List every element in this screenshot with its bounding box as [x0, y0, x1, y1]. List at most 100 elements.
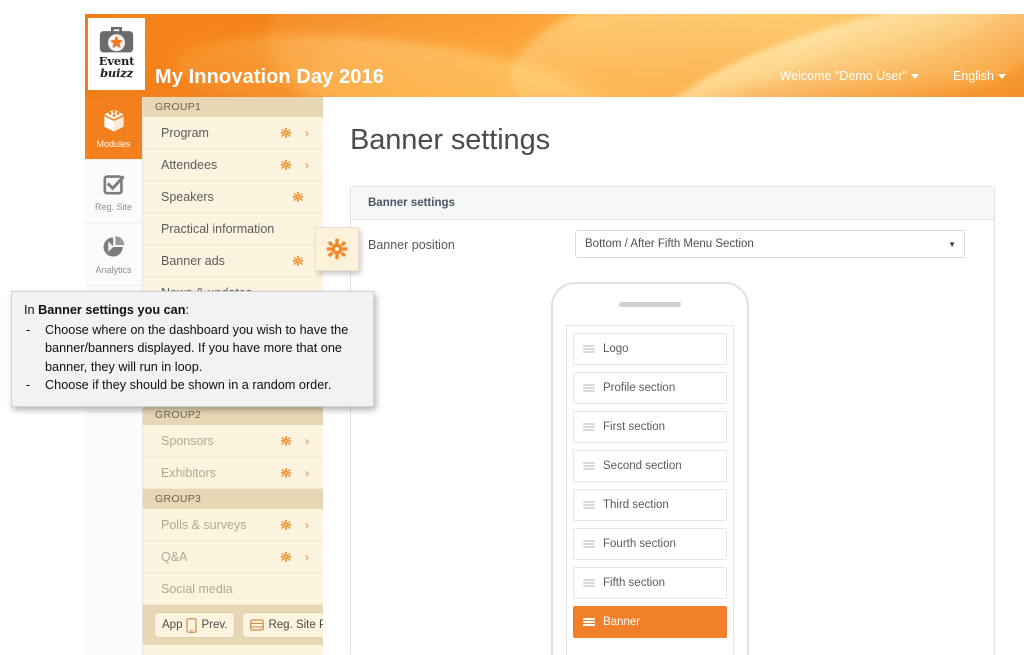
gear-icon[interactable]: [279, 126, 293, 140]
gear-icon[interactable]: [291, 254, 305, 268]
gear-icon[interactable]: [279, 518, 293, 532]
menu-item-label: Practical information: [161, 221, 275, 236]
chevron-right-icon[interactable]: ›: [305, 127, 309, 139]
preview-section-third-section[interactable]: Third section: [573, 489, 727, 521]
gear-icon[interactable]: [279, 466, 293, 480]
menu-item-exhibitors[interactable]: Exhibitors ›: [143, 457, 323, 489]
header-right-controls: Welcome "Demo User" English: [780, 69, 1006, 83]
chevron-right-icon[interactable]: ›: [305, 551, 309, 563]
menu-item-practical-information[interactable]: Practical information: [143, 213, 323, 245]
header-swoosh-decoration: [637, 14, 1024, 97]
app-preview-phone: Logo Profile section First section Second s…: [551, 282, 749, 655]
menu-item-social-media[interactable]: Social media: [143, 573, 323, 605]
menu-item-label: Program: [161, 125, 209, 140]
rail-item-reg-site[interactable]: Reg. Site: [85, 160, 142, 223]
banner-position-select[interactable]: Bottom / After Fifth Menu Section ▼: [575, 230, 965, 258]
menu-item-polls-surveys[interactable]: Polls & surveys ›: [143, 509, 323, 541]
user-menu[interactable]: Welcome "Demo User": [780, 69, 919, 83]
gear-icon[interactable]: [291, 190, 305, 204]
callout-heading: In Banner settings you can:: [24, 301, 361, 320]
chevron-down-icon: ▼: [948, 239, 956, 249]
banner-position-value: Bottom / After Fifth Menu Section: [585, 238, 754, 250]
menu-item-label: Q&A: [161, 549, 188, 564]
drag-handle-icon[interactable]: [583, 462, 595, 470]
callout-heading-prefix: In: [24, 303, 39, 317]
preview-section-label: Fourth section: [603, 538, 676, 550]
drag-handle-icon[interactable]: [583, 423, 595, 431]
preview-section-banner[interactable]: Banner: [573, 606, 727, 638]
rail-label-analytics: Analytics: [95, 265, 132, 275]
logo-wordmark: Event buizz: [99, 55, 135, 80]
drag-handle-icon[interactable]: [583, 501, 595, 509]
menu-item-speakers[interactable]: Speakers: [143, 181, 323, 213]
logo-word-bottom: buizz: [100, 65, 133, 80]
preview-section-first-section[interactable]: First section: [573, 411, 727, 443]
chevron-down-icon: [998, 74, 1006, 80]
briefcase-star-icon: [99, 26, 134, 53]
app-preview-post-label: Prev.: [201, 619, 228, 631]
banner-position-label: Banner position: [368, 238, 455, 252]
menu-item-label: Speakers: [161, 189, 214, 204]
language-menu-label: English: [953, 69, 994, 83]
preview-section-label: Logo: [603, 343, 629, 355]
chevron-down-icon: [911, 74, 919, 80]
rail-label-modules: Modules: [96, 139, 131, 149]
rail-label-reg-site: Reg. Site: [94, 202, 133, 212]
menu-item-attendees[interactable]: Attendees ›: [143, 149, 323, 181]
app-header: Event buizz My Innovation Day 2016 Welco…: [85, 14, 1024, 97]
menu-group-header: GROUP1: [143, 97, 323, 117]
gear-icon[interactable]: [279, 158, 293, 172]
chevron-right-icon[interactable]: ›: [305, 435, 309, 447]
rail-item-modules[interactable]: Modules: [85, 97, 142, 160]
analytics-icon: [103, 236, 124, 257]
menu-item-q-a[interactable]: Q&A ›: [143, 541, 323, 573]
menu-item-label: Polls & surveys: [161, 517, 247, 532]
preview-section-logo[interactable]: Logo: [573, 333, 727, 365]
instruction-callout: In Banner settings you can: Choose where…: [11, 291, 374, 407]
menu-item-label: Banner ads: [161, 253, 225, 268]
gear-icon: [326, 238, 348, 260]
app-preview-button[interactable]: App Prev.: [154, 612, 236, 638]
menu-item-program[interactable]: Program ›: [143, 117, 323, 149]
phone-speaker-icon: [619, 302, 681, 307]
drag-handle-icon[interactable]: [583, 579, 595, 587]
preview-section-second-section[interactable]: Second section: [573, 450, 727, 482]
reg-site-preview-button[interactable]: Reg. Site Prev.: [242, 612, 323, 638]
drag-handle-icon[interactable]: [583, 540, 595, 548]
chevron-right-icon[interactable]: ›: [305, 467, 309, 479]
modules-icon: [103, 109, 124, 132]
chevron-right-icon[interactable]: ›: [305, 519, 309, 531]
menu-item-banner-ads[interactable]: Banner ads: [143, 245, 323, 277]
menu-item-sponsors[interactable]: Sponsors ›: [143, 425, 323, 457]
menu-group-header: GROUP3: [143, 489, 323, 509]
language-menu[interactable]: English: [953, 69, 1006, 83]
menu-item-label: Sponsors: [161, 433, 214, 448]
preview-section-label: Third section: [603, 499, 669, 511]
gear-icon[interactable]: [279, 550, 293, 564]
event-title: My Innovation Day 2016: [155, 66, 384, 88]
drag-handle-icon[interactable]: [583, 618, 595, 626]
gear-icon[interactable]: [279, 434, 293, 448]
rail-item-analytics[interactable]: Analytics: [85, 223, 142, 286]
eventbuizz-logo[interactable]: Event buizz: [88, 18, 145, 90]
drag-handle-icon[interactable]: [583, 345, 595, 353]
phone-screen: Logo Profile section First section Second s…: [566, 325, 734, 655]
banner-ads-gear-highlight[interactable]: [315, 227, 359, 271]
preview-section-profile-section[interactable]: Profile section: [573, 372, 727, 404]
preview-section-label: Banner: [603, 616, 641, 628]
phone-icon: [186, 617, 198, 633]
menu-item-label: Attendees: [161, 157, 218, 172]
card-header: Banner settings: [351, 187, 994, 220]
preview-section-fourth-section[interactable]: Fourth section: [573, 528, 727, 560]
chevron-right-icon[interactable]: ›: [305, 159, 309, 171]
drag-handle-icon[interactable]: [583, 384, 595, 392]
callout-bullet: Choose where on the dashboard you wish t…: [24, 321, 361, 377]
menu-item-label: Social media: [161, 581, 233, 596]
preview-section-fifth-section[interactable]: Fifth section: [573, 567, 727, 599]
reg-site-icon: [103, 175, 125, 195]
header-swoosh-decoration: [495, 14, 1024, 97]
preview-button-bar: App Prev. Reg. Site Prev.: [143, 605, 323, 645]
preview-section-label: First section: [603, 421, 665, 433]
preview-section-label: Fifth section: [603, 577, 665, 589]
user-menu-label: Welcome "Demo User": [779, 69, 907, 83]
